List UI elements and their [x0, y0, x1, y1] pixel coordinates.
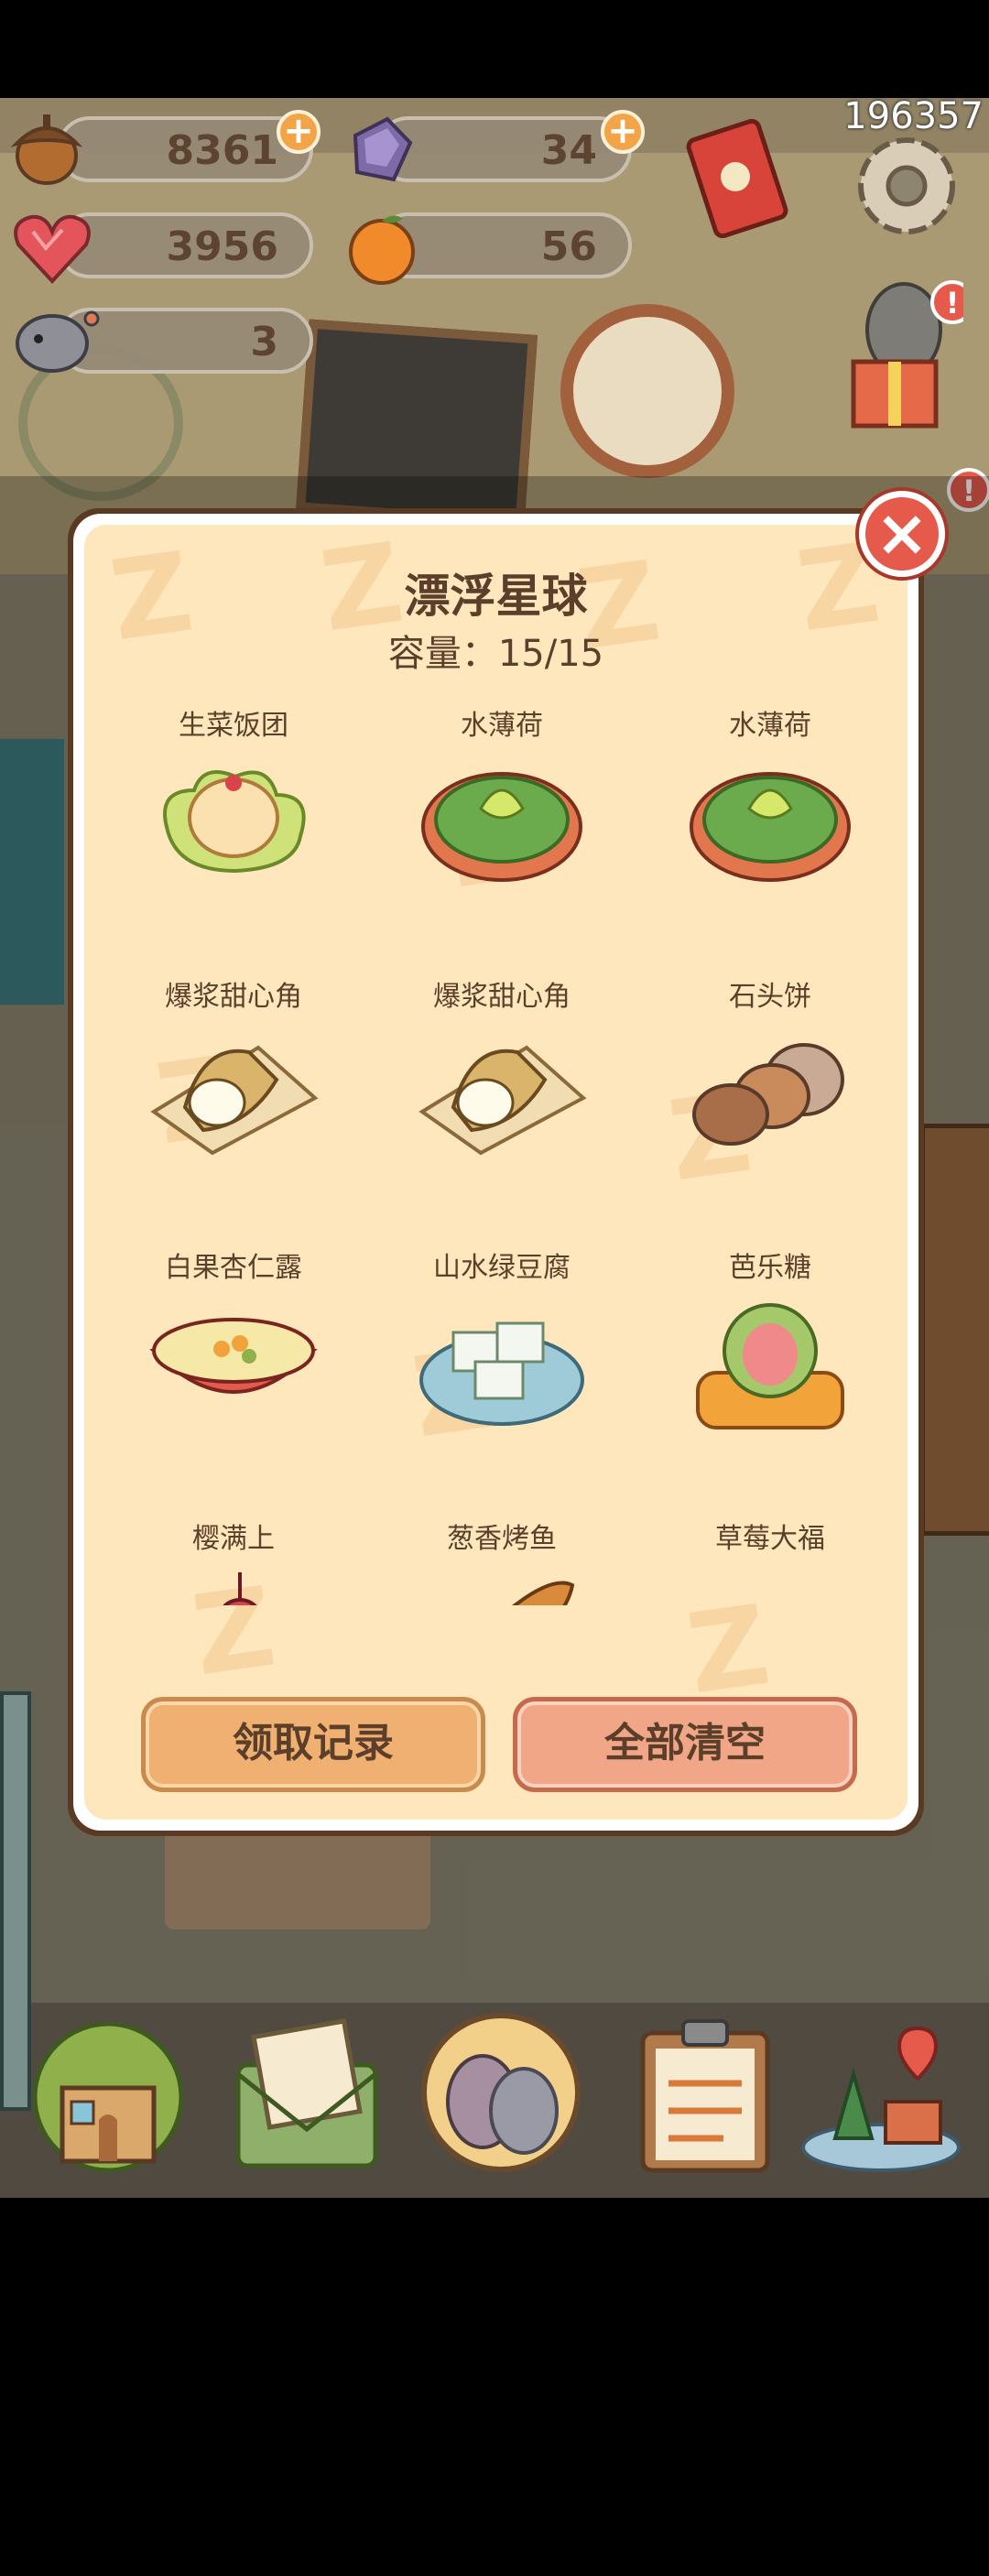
item-name: 水薄荷 — [729, 710, 811, 742]
nav-tasks-button[interactable] — [623, 2010, 788, 2175]
item-name: 樱满上 — [192, 1523, 275, 1555]
mint-soup-icon — [421, 772, 582, 882]
item-cell[interactable]: 水薄荷 — [639, 690, 890, 961]
acorn-icon — [10, 114, 83, 185]
svg-text:!: ! — [946, 286, 960, 321]
item-cell[interactable]: 芭乐糖 — [639, 1232, 890, 1503]
heart-icon — [14, 214, 91, 284]
item-name: 山水绿豆腐 — [433, 1252, 571, 1284]
item-cell[interactable]: 白果杏仁露 — [103, 1232, 364, 1503]
acorn-value: 8361 — [166, 127, 278, 174]
item-name: 水薄荷 — [461, 710, 543, 742]
nav-house-button[interactable] — [26, 2010, 190, 2175]
nav-letter-button[interactable] — [224, 2010, 389, 2175]
sweet-crepe-icon — [150, 1045, 319, 1156]
gift-event-icon[interactable]: ! — [835, 275, 963, 440]
user-id-label: 196357 — [843, 95, 984, 137]
acorn-counter: 8361 — [57, 116, 313, 182]
claim-record-button[interactable]: 领取记录 — [141, 1697, 485, 1792]
clipboard-icon — [640, 2019, 770, 2173]
lettuce-riceball-icon — [163, 770, 306, 874]
friends-icon — [421, 2013, 581, 2172]
item-name: 爆浆甜心角 — [165, 981, 302, 1013]
wall-clock — [560, 304, 734, 478]
add-crystal-button[interactable]: + — [601, 110, 645, 154]
cherry-tart-icon — [223, 1572, 257, 1605]
sweet-crepe-icon — [418, 1045, 587, 1156]
storage-modal: Z Z Z Z Z Z Z Z Z Z 漂浮星球 容量：15/15 生菜饭团 — [68, 508, 924, 1836]
house-icon — [32, 2021, 184, 2173]
item-name: 爆浆甜心角 — [433, 981, 571, 1013]
green-tofu-icon — [419, 1321, 584, 1426]
stone-cake-icon — [692, 1043, 844, 1146]
item-cell[interactable]: 水薄荷 — [371, 690, 633, 961]
item-name: 草莓大福 — [715, 1523, 825, 1555]
bird-value: 3 — [250, 319, 278, 365]
mint-soup-icon — [690, 772, 851, 882]
item-name: 生菜饭团 — [179, 710, 288, 742]
orange-value: 56 — [540, 223, 597, 270]
item-cell[interactable]: 葱香烤鱼 — [371, 1503, 633, 1605]
heart-value: 3956 — [166, 223, 278, 270]
item-cell[interactable]: 草莓大福 — [639, 1503, 890, 1605]
crystal-icon — [353, 116, 413, 182]
item-grid: 生菜饭团 水薄荷 水薄荷 爆浆甜心角 爆浆甜心角 石头饼 白果杏仁露 山水绿豆腐… — [103, 690, 890, 1605]
item-name: 葱香烤鱼 — [447, 1523, 557, 1555]
item-cell[interactable]: 爆浆甜心角 — [103, 961, 364, 1232]
crystal-value: 34 — [540, 127, 597, 174]
orange-icon — [349, 215, 415, 285]
nav-friends-button[interactable] — [418, 2010, 583, 2175]
item-name: 石头饼 — [729, 981, 811, 1013]
guava-candy-icon — [696, 1303, 844, 1429]
red-envelope-icon[interactable] — [682, 114, 801, 238]
item-cell[interactable]: 石头饼 — [639, 961, 890, 1232]
item-cell[interactable]: 樱满上 — [103, 1503, 364, 1605]
bird-icon — [16, 310, 100, 373]
item-name: 白果杏仁露 — [165, 1252, 302, 1284]
item-name: 芭乐糖 — [729, 1252, 811, 1284]
ginkgo-almond-soup-icon — [149, 1318, 318, 1394]
modal-title: 漂浮星球 — [404, 570, 588, 623]
item-cell[interactable]: 爆浆甜心角 — [371, 961, 633, 1232]
letter-icon — [235, 2018, 378, 2168]
item-cell[interactable]: 生菜饭团 — [103, 690, 364, 961]
close-icon[interactable]: × — [859, 491, 945, 577]
strawberry-daifuku-icon — [685, 1567, 855, 1605]
modal-panel: Z Z Z Z Z Z Z Z Z Z 漂浮星球 容量：15/15 生菜饭团 — [84, 525, 907, 1820]
nav-map-button[interactable] — [799, 2010, 963, 2175]
clear-all-button[interactable]: 全部清空 — [513, 1697, 857, 1792]
capacity-label: 容量：15/15 — [387, 633, 604, 675]
settings-gear-icon[interactable] — [847, 126, 966, 245]
add-acorn-button[interactable]: + — [277, 110, 321, 154]
grilled-fish-icon — [511, 1581, 575, 1605]
map-icon — [801, 2026, 961, 2172]
item-cell[interactable]: 山水绿豆腐 — [371, 1232, 633, 1503]
